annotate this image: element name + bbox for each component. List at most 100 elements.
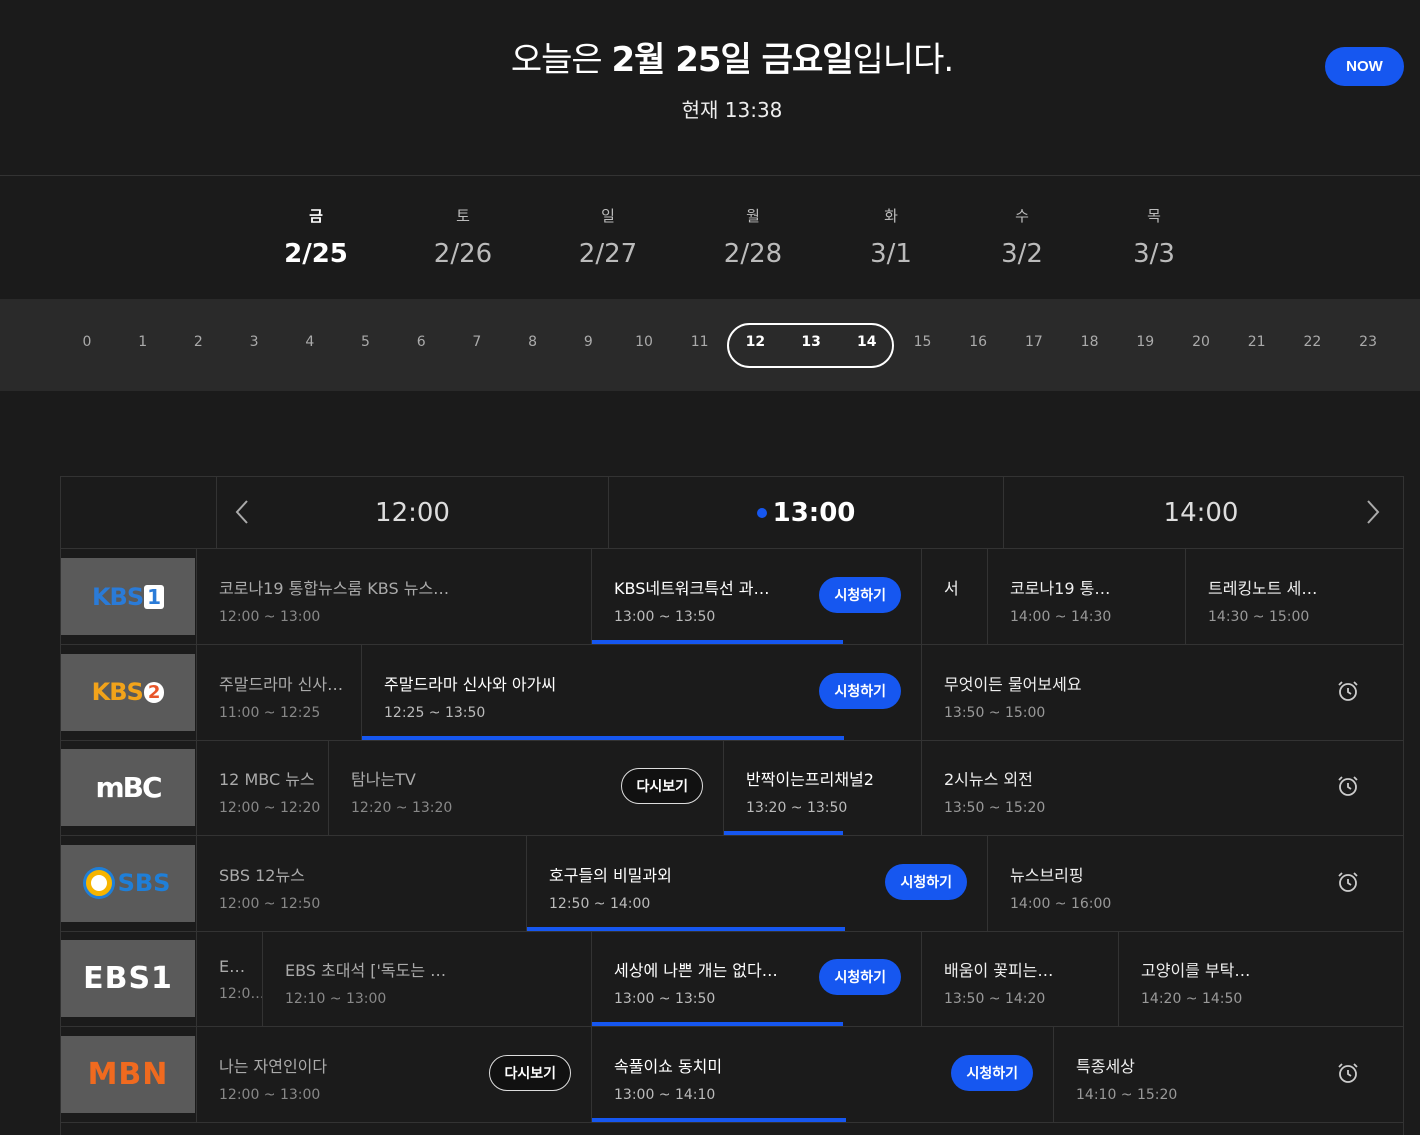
channel-logo[interactable]: KBS 2 [61,653,195,731]
program-cell[interactable]: SBS 12뉴스 12:00 ~ 12:50 [196,835,526,931]
program-cell[interactable]: 트레킹노트 세… 14:30 ~ 15:00 [1185,549,1404,644]
replay-button[interactable]: 다시보기 [621,768,703,804]
hour-item[interactable]: 8 [513,334,553,350]
program-time: 13:50 ~ 15:00 [944,704,1046,721]
date-selector: 금 2/25 토 2/26 일 2/27 월 2/28 화 3/1 수 3/2 목 3/3 [0,177,1420,299]
program-cell[interactable]: 12 MBC 뉴스 12:00 ~ 12:20 [196,740,328,835]
program-title: 코로나19 통… [1010,579,1111,598]
alarm-clock-icon[interactable] [1336,774,1360,798]
hour-item[interactable]: 6 [401,334,441,350]
program-cell[interactable]: 코로나19 통… 14:00 ~ 14:30 [987,549,1185,644]
channel-row: KBS 2 주말드라마 신사… 11:00 ~ 12:25 주말드라마 신사와 아가씨 1… [61,644,1404,741]
program-cell[interactable]: E… 12:0… [196,931,262,1026]
hour-item[interactable]: 14 [847,334,887,350]
day-date: 2/25 [284,239,348,269]
alarm-clock-icon[interactable] [1336,870,1360,894]
title-prefix: 오늘은 [510,40,612,80]
program-time: 14:10 ~ 15:20 [1076,1086,1178,1103]
hour-item[interactable]: 22 [1292,334,1332,350]
program-cell[interactable]: 속풀이쇼 동치미 13:00 ~ 14:10 시청하기 [591,1026,1053,1122]
hour-item[interactable]: 3 [234,334,274,350]
hour-item[interactable]: 12 [735,334,775,350]
time-slot-13: 13:00 [608,477,1003,548]
hour-item[interactable]: 10 [624,334,664,350]
watch-button[interactable]: 시청하기 [819,672,901,709]
program-title: 배움이 꽃피는… [944,961,1054,980]
program-cell[interactable]: 고양이를 부탁… 14:20 ~ 14:50 [1118,931,1315,1026]
title-date: 2월 25일 금요일 [611,40,853,80]
hour-item[interactable]: 5 [346,334,386,350]
program-cell[interactable]: 서 [921,549,987,644]
hour-item[interactable]: 4 [290,334,330,350]
program-cell[interactable]: 세상에 나쁜 개는 없다… 13:00 ~ 13:50 시청하기 [591,931,921,1026]
program-title: 서 [944,579,959,598]
progress-bar [724,831,843,835]
program-title: 12 MBC 뉴스 [219,770,315,789]
day-date: 2/26 [433,239,493,269]
day-of-week: 목 [1147,207,1161,225]
program-cell[interactable]: 뉴스브리핑 14:00 ~ 16:00 [987,835,1404,931]
hour-item[interactable]: 9 [568,334,608,350]
program-time: 14:00 ~ 16:00 [1010,895,1112,912]
chevron-right-icon[interactable] [1366,499,1380,532]
hour-item[interactable]: 23 [1348,334,1388,350]
program-cell[interactable]: EBS 초대석 ['독도는 … 12:10 ~ 13:00 [262,931,591,1026]
time-slot-14: 14:00 [1003,477,1398,548]
hour-item[interactable]: 17 [1014,334,1054,350]
hour-item[interactable]: 2 [178,334,218,350]
progress-bar [362,735,844,740]
channel-logo[interactable]: EBS1 [61,940,195,1017]
hour-item[interactable]: 16 [958,334,998,350]
channel-logo[interactable]: mBC [61,749,195,826]
program-cell[interactable]: 코로나19 통합뉴스룸 KBS 뉴스… 12:00 ~ 13:00 [196,549,591,644]
hour-item[interactable]: 15 [903,334,943,350]
channel-logo[interactable]: MBN [61,1035,195,1113]
alarm-clock-icon[interactable] [1336,1061,1360,1085]
channel-logo[interactable]: KBS 1 [61,558,195,635]
day-of-week: 화 [884,207,898,225]
hour-item[interactable]: 19 [1125,334,1165,350]
program-cell[interactable]: 반짝이는프리채널2 13:20 ~ 13:50 [723,740,921,835]
program-time: 14:20 ~ 14:50 [1141,991,1243,1007]
hour-item[interactable]: 11 [680,334,720,350]
replay-button[interactable]: 다시보기 [489,1054,571,1091]
hour-item[interactable]: 7 [457,334,497,350]
hour-item[interactable]: 1 [123,334,163,350]
channel-logo[interactable]: SBS [61,844,195,922]
program-cell[interactable]: 탐나는TV 12:20 ~ 13:20 다시보기 [328,740,723,835]
program-title: E… [219,957,246,976]
program-time: 12:0… [219,986,262,1002]
program-cell[interactable]: KBS네트워크특선 과… 13:00 ~ 13:50 시청하기 [591,549,921,644]
program-time: 12:00 ~ 13:00 [219,609,321,625]
program-time: 13:50 ~ 15:20 [944,800,1046,816]
program-cell[interactable]: 호구들의 비밀과외 12:50 ~ 14:00 시청하기 [526,835,987,931]
hour-item[interactable]: 18 [1070,334,1110,350]
chevron-left-icon[interactable] [235,499,249,532]
day-date: 2/28 [723,239,783,269]
hour-item[interactable]: 21 [1237,334,1277,350]
day-date: 3/3 [1133,239,1175,269]
program-cell[interactable]: 주말드라마 신사와 아가씨 12:25 ~ 13:50 시청하기 [361,644,921,740]
now-button[interactable]: NOW [1325,47,1404,86]
program-cell[interactable]: 특종세상 14:10 ~ 15:20 [1053,1026,1404,1122]
program-cell[interactable]: 주말드라마 신사… 11:00 ~ 12:25 [196,644,361,740]
progress-bar [592,640,843,644]
program-cell[interactable]: 무엇이든 물어보세요 13:50 ~ 15:00 [921,644,1404,740]
program-title: EBS 초대석 ['독도는 … [285,961,447,980]
watch-button[interactable]: 시청하기 [819,577,901,613]
watch-button[interactable]: 시청하기 [885,863,967,900]
program-cell[interactable]: 배움이 꽃피는… 13:50 ~ 14:20 [921,931,1118,1026]
watch-button[interactable]: 시청하기 [819,959,901,995]
alarm-clock-icon[interactable] [1336,679,1360,703]
hour-item[interactable]: 13 [791,334,831,350]
program-cell[interactable]: 나는 자연인이다 12:00 ~ 13:00 다시보기 [196,1026,591,1122]
watch-button[interactable]: 시청하기 [951,1054,1033,1091]
time-slot-12: 12:00 [216,477,608,548]
hour-item[interactable]: 0 [67,334,107,350]
day-of-week: 일 [601,207,615,225]
program-cell[interactable]: 2시뉴스 외전 13:50 ~ 15:20 [921,740,1404,835]
day-of-week: 토 [456,207,470,225]
hour-item[interactable]: 20 [1181,334,1221,350]
program-title: SBS 12뉴스 [219,865,305,885]
channel-row: EBS1 E… 12:0… EBS 초대석 ['독도는 … 12:10 ~ 13:00 세… [61,931,1404,1027]
